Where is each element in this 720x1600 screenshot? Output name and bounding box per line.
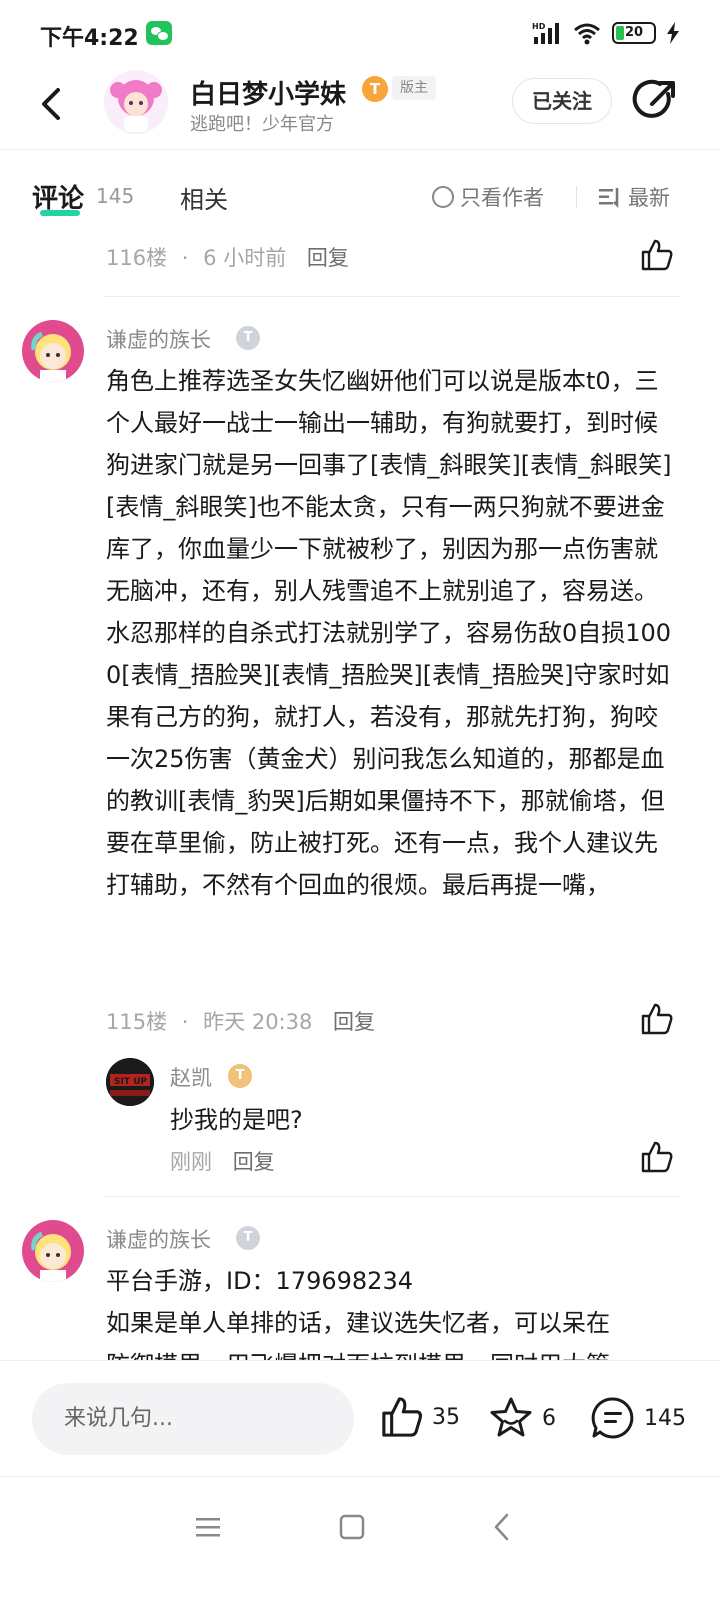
comment-tabs: 评论 145 相关 只看作者 最新 (0, 150, 720, 230)
reply-button[interactable]: 回复 (333, 1010, 375, 1034)
reply-button[interactable]: 回复 (233, 1150, 275, 1174)
thumbs-up-icon[interactable] (640, 1002, 674, 1036)
wifi-icon (574, 23, 600, 45)
share-icon[interactable] (632, 78, 678, 124)
comment-time: 昨天 20:38 (203, 1010, 313, 1034)
level-badge: T (362, 76, 388, 102)
status-icons: HD 20 (532, 18, 680, 48)
wechat-notification-icon (146, 21, 172, 45)
comment-text: 平台手游，ID：179698234 如果是单人单排的话，建议选失忆者，可以呆在 … (106, 1260, 680, 1360)
reply-button[interactable]: 回复 (307, 246, 349, 270)
sort-icon (599, 188, 619, 209)
charging-icon (667, 22, 679, 44)
floor-number: 116楼 (106, 246, 168, 270)
comment-time: 6 小时前 (203, 246, 287, 270)
favorite-button[interactable]: 6 (488, 1395, 556, 1441)
nav-back-icon[interactable] (482, 1507, 522, 1547)
reply-time: 刚刚 (170, 1150, 212, 1174)
comment-line: 如果是单人单排的话，建议选失忆者，可以呆在 (106, 1309, 610, 1337)
commenter-name[interactable]: 谦虚的族长 (106, 1224, 211, 1254)
bottom-action-bar: 来说几句... 35 6 145 (0, 1360, 720, 1476)
like-post-button[interactable]: 35 (380, 1395, 460, 1439)
comments-button[interactable]: 145 (590, 1395, 686, 1441)
comment-bubble-icon (591, 1397, 634, 1439)
tab-comments-count: 145 (96, 184, 135, 208)
divider (576, 186, 577, 208)
post-header: 白日梦小学妹 T 版主 逃跑吧！少年官方 已关注 (0, 64, 720, 150)
back-button[interactable] (30, 82, 74, 126)
author-only-toggle[interactable]: 只看作者 (432, 182, 544, 212)
system-nav-bar (0, 1476, 720, 1600)
comment-meta: 116楼 · 6 小时前 回复 (106, 246, 349, 270)
sort-label: 最新 (628, 186, 670, 210)
tab-related[interactable]: 相关 (180, 180, 228, 215)
author-subtitle: 逃跑吧！少年官方 (190, 114, 334, 135)
author-only-label: 只看作者 (460, 186, 544, 210)
sort-button[interactable]: 最新 (598, 182, 670, 212)
comment-text: 角色上推荐选圣女失忆幽妍他们可以说是版本t0，三个人最好一战士一输出一辅助，有狗… (106, 367, 672, 899)
level-badge: T (236, 326, 260, 350)
author-name[interactable]: 白日梦小学妹 (190, 74, 346, 111)
comment-separator (104, 296, 680, 297)
menu-icon[interactable] (188, 1507, 228, 1547)
reply-avatar[interactable]: SIT UP (106, 1058, 154, 1106)
status-bar: 下午4:22 HD 20 (0, 0, 720, 64)
cellular-signal-icon: HD (532, 22, 559, 44)
home-icon[interactable] (332, 1507, 372, 1547)
level-badge: T (236, 1226, 260, 1250)
floor-number: 115楼 (106, 1010, 168, 1034)
reply-meta: 刚刚 回复 (170, 1146, 275, 1176)
commenter-avatar[interactable] (22, 320, 84, 382)
tab-active-indicator (40, 210, 80, 216)
author-avatar[interactable] (104, 70, 168, 134)
level-badge: T (228, 1064, 252, 1088)
commenter-avatar[interactable] (22, 1220, 84, 1282)
battery-icon: 20 (612, 22, 656, 44)
comment-line: 平台手游，ID：179698234 (106, 1267, 413, 1295)
radio-circle-icon (432, 186, 454, 208)
moderator-badge: 版主 (392, 76, 436, 100)
comment-separator (104, 1196, 680, 1197)
thumbs-up-icon[interactable] (640, 238, 674, 272)
favorite-count: 6 (542, 1405, 556, 1431)
reply-author-name[interactable]: 赵凯 (170, 1062, 212, 1092)
comment-line: 防御模里，用飞爆把对面拉到模里，同时用大管 (106, 1344, 680, 1360)
thumbs-up-icon[interactable] (640, 1140, 674, 1174)
like-count: 35 (432, 1404, 460, 1430)
svg-text:HD: HD (532, 22, 546, 31)
comment-count: 145 (644, 1405, 686, 1431)
thumbs-up-icon (382, 1397, 422, 1437)
reply-text: 抄我的是吧? (170, 1106, 303, 1134)
comment-input[interactable]: 来说几句... (32, 1383, 354, 1455)
commenter-name[interactable]: 谦虚的族长 (106, 324, 211, 354)
status-time: 下午4:22 (40, 26, 139, 51)
battery-level: 20 (624, 25, 644, 40)
star-icon (490, 1397, 532, 1437)
comment-meta: 115楼 · 昨天 20:38 回复 (106, 1010, 376, 1034)
avatar-text: SIT UP (114, 1077, 147, 1087)
follow-button[interactable]: 已关注 (512, 78, 612, 124)
